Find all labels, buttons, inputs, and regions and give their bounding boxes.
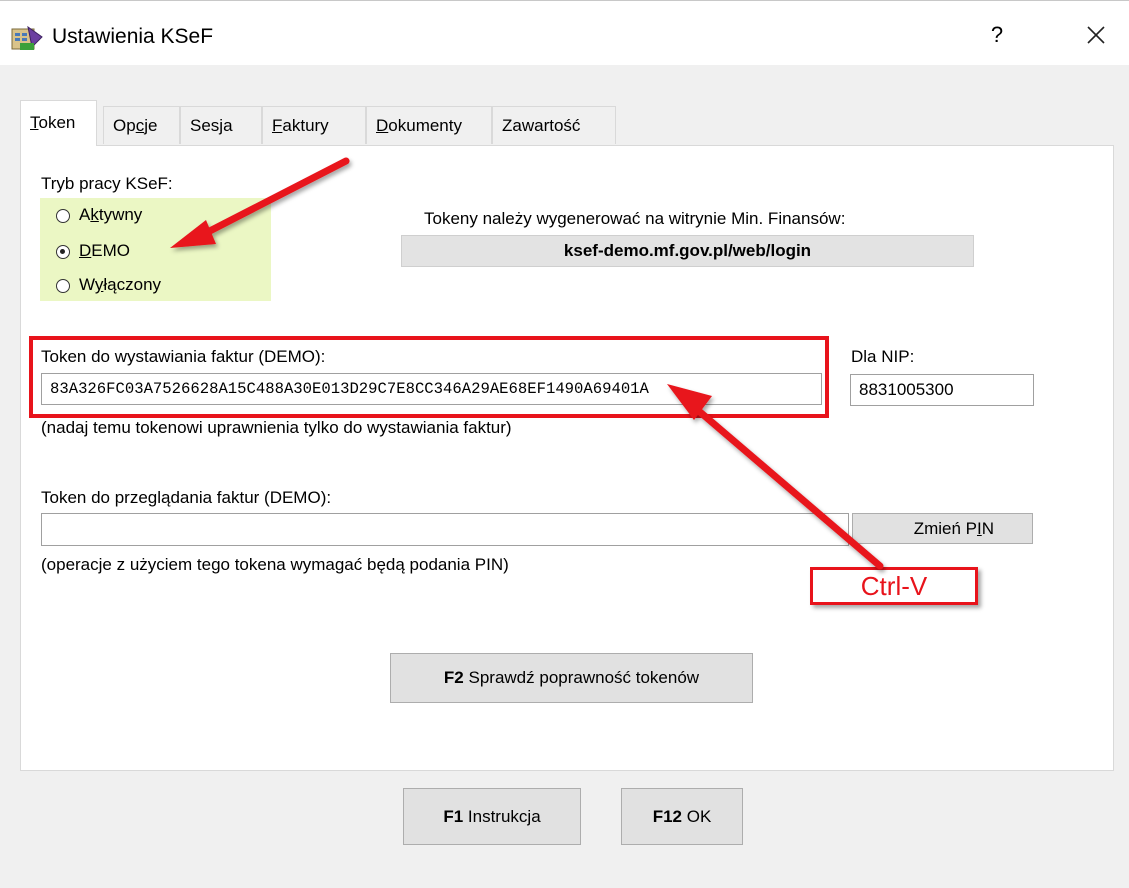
radio-aktywny[interactable] <box>56 209 70 223</box>
radio-wylaczony-label[interactable]: Wyłączony <box>79 275 161 295</box>
radio-wylaczony[interactable] <box>56 279 70 293</box>
radio-aktywny-label[interactable]: Aktywny <box>79 205 142 225</box>
radio-demo[interactable] <box>56 245 70 259</box>
change-pin-button[interactable]: Zmień PIN <box>852 513 1033 544</box>
issue-token-input[interactable]: 83A326FC03A7526628A15C488A30E013D29C7E8C… <box>41 373 822 405</box>
check-tokens-button[interactable]: F2 Sprawdź poprawność tokenów <box>390 653 753 703</box>
ctrl-v-callout: Ctrl-V <box>810 567 978 605</box>
view-token-hint: (operacje z użyciem tego tokena wymagać … <box>41 555 509 574</box>
nip-input[interactable]: 8831005300 <box>850 374 1034 406</box>
ksef-link[interactable]: ksef-demo.mf.gov.pl/web/login <box>401 235 974 267</box>
info-text: Tokeny należy wygenerować na witrynie Mi… <box>424 209 846 228</box>
view-token-label: Token do przeglądania faktur (DEMO): <box>41 488 332 507</box>
mode-label: Tryb pracy KSeF: <box>41 174 173 193</box>
issue-token-label: Token do wystawiania faktur (DEMO): <box>41 347 326 366</box>
radio-demo-label[interactable]: DEMO <box>79 241 130 261</box>
view-token-input[interactable] <box>41 513 849 546</box>
nip-label: Dla NIP: <box>851 347 915 366</box>
issue-token-hint: (nadaj temu tokenowi uprawnienia tylko d… <box>41 418 512 437</box>
